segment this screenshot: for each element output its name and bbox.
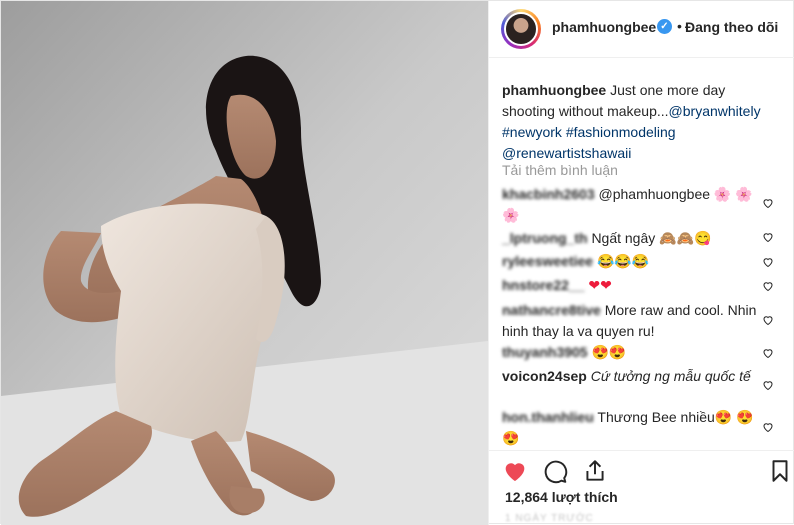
model-illustration	[1, 1, 488, 525]
comment-text: 😍😍	[591, 344, 627, 360]
comment-item: hnstore22__ ❤❤	[502, 275, 762, 296]
comment-like-heart-icon[interactable]	[762, 378, 774, 391]
comment-text: Ngất ngây 🙈🙈😋	[591, 230, 712, 246]
likes-count[interactable]: 12,864 lượt thích	[505, 489, 618, 505]
bookmark-icon[interactable]	[767, 458, 793, 484]
comment-item: ryleesweetiee 😂😂😂	[502, 251, 762, 272]
caption-hashtag-newyork[interactable]: #newyork	[502, 124, 562, 140]
post-action-bar	[489, 450, 794, 490]
verified-badge-icon: ✓	[657, 19, 672, 34]
comment-text: ❤❤	[588, 277, 612, 293]
header-username[interactable]: phamhuongbee	[552, 19, 656, 35]
comment-item: hon.thanhlieu Thương Bee nhiều😍 😍😍	[502, 407, 762, 449]
comment-item: khacbinh2603 @phamhuongbee 🌸 🌸🌸	[502, 184, 762, 226]
comment-username[interactable]: khacbinh2603	[502, 186, 595, 202]
comment-like-heart-icon[interactable]	[762, 346, 774, 359]
comment-like-heart-icon[interactable]	[762, 196, 774, 209]
separator-dot: •	[677, 18, 682, 34]
post-photo[interactable]	[1, 1, 488, 525]
comment-like-heart-icon[interactable]	[762, 279, 774, 292]
comment-item: nathancre8tive More raw and cool. Nhin h…	[502, 300, 762, 342]
comment-username[interactable]: hnstore22__	[502, 277, 584, 293]
comment-like-heart-icon[interactable]	[762, 255, 774, 268]
comment-item: _lptruong_th Ngất ngây 🙈🙈😋	[502, 228, 762, 249]
avatar[interactable]	[504, 12, 538, 46]
comment-item: thuyanh3905 😍😍	[502, 342, 762, 363]
post-header: phamhuongbee ✓ • Đang theo dõi	[489, 1, 794, 58]
heart-filled-icon[interactable]	[502, 458, 528, 484]
post-caption: phamhuongbee Just one more day shooting …	[502, 80, 782, 164]
caption-hashtag-fashionmodeling[interactable]: #fashionmodeling	[566, 124, 676, 140]
comment-username[interactable]: thuyanh3905	[502, 344, 588, 360]
comment-like-heart-icon[interactable]	[762, 313, 774, 326]
comment-username[interactable]: ryleesweetiee	[502, 253, 593, 269]
caption-username[interactable]: phamhuongbee	[502, 82, 606, 98]
comment-like-heart-icon[interactable]	[762, 230, 774, 243]
post-timestamp: 1 NGÀY TRƯỚC	[505, 513, 594, 524]
comment-username[interactable]: hon.thanhlieu	[502, 409, 594, 425]
post-side-panel: phamhuongbee ✓ • Đang theo dõi phamhuong…	[488, 1, 794, 525]
instagram-post: phamhuongbee ✓ • Đang theo dõi phamhuong…	[0, 0, 794, 525]
share-icon[interactable]	[582, 458, 608, 484]
comment-text: Cứ tưởng ng mẫu quốc tế	[590, 368, 751, 384]
comments-list[interactable]: phamhuongbee Just one more day shooting …	[489, 58, 794, 450]
story-ring[interactable]	[501, 9, 541, 49]
load-more-comments-link[interactable]: Tải thêm bình luận	[502, 162, 618, 178]
comment-text: 😂😂😂	[596, 253, 650, 269]
comment-username[interactable]: nathancre8tive	[502, 302, 601, 318]
comment-username[interactable]: voicon24sep	[502, 368, 587, 384]
caption-mention-renew[interactable]: @renewartistshawaii	[502, 145, 631, 161]
comment-like-heart-icon[interactable]	[762, 420, 774, 433]
comment-icon[interactable]	[542, 458, 568, 484]
comment-username[interactable]: _lptruong_th	[502, 230, 588, 246]
caption-mention[interactable]: @bryanwhitely	[669, 103, 761, 119]
following-button[interactable]: Đang theo dõi	[685, 19, 778, 35]
comment-item: voicon24sep Cứ tưởng ng mẫu quốc tế	[502, 366, 762, 387]
